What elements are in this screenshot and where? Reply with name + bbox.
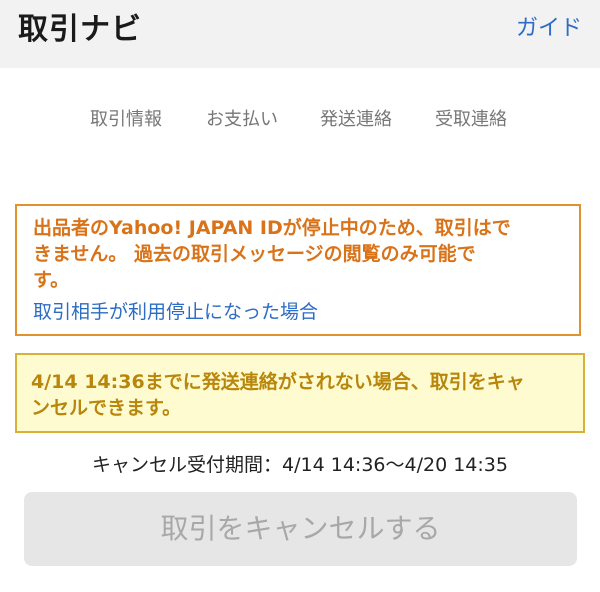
notice-message-line: ンセルできます。 xyxy=(31,397,182,419)
transaction-steps: 取引情報 お支払い 発送連絡 受取連絡 xyxy=(0,104,600,138)
step-receipt-notice[interactable]: 受取連絡 xyxy=(435,104,507,136)
transaction-navi-page: 取引ナビ ガイド 取引情報 お支払い 発送連絡 受取連絡 出品者のYahoo! … xyxy=(0,0,600,592)
step-transaction-info[interactable]: 取引情報 xyxy=(90,104,162,136)
alert-message-line: きません。 過去の取引メッセージの閲覧のみ可能で xyxy=(33,243,476,265)
alert-message: 出品者のYahoo! JAPAN IDが停止中のため、取引はで きません。 過去… xyxy=(33,215,567,293)
step-shipping-notice[interactable]: 発送連絡 xyxy=(320,104,392,136)
cancel-period-text: キャンセル受付期間：4/14 14:36〜4/20 14:35 xyxy=(92,454,508,476)
notice-message: 4/14 14:36までに発送連絡がされない場合、取引をキャ ンセルできます。 xyxy=(31,369,571,421)
cancel-deadline-notice: 4/14 14:36までに発送連絡がされない場合、取引をキャ ンセルできます。 xyxy=(15,353,585,433)
alert-message-line: 出品者のYahoo! JAPAN IDが停止中のため、取引はで xyxy=(33,217,511,239)
alert-message-line: す。 xyxy=(33,269,70,291)
notice-message-line: 4/14 14:36までに発送連絡がされない場合、取引をキャ xyxy=(31,371,525,393)
guide-link[interactable]: ガイド xyxy=(516,14,582,44)
suspended-partner-help-link[interactable]: 取引相手が利用停止になった場合 xyxy=(33,299,567,325)
navigation-bar: 取引ナビ ガイド xyxy=(0,0,600,68)
cancel-transaction-button[interactable]: 取引をキャンセルする xyxy=(24,492,577,566)
step-payment[interactable]: お支払い xyxy=(206,104,278,136)
page-title: 取引ナビ xyxy=(18,12,142,47)
seller-suspended-alert: 出品者のYahoo! JAPAN IDが停止中のため、取引はで きません。 過去… xyxy=(15,204,581,336)
